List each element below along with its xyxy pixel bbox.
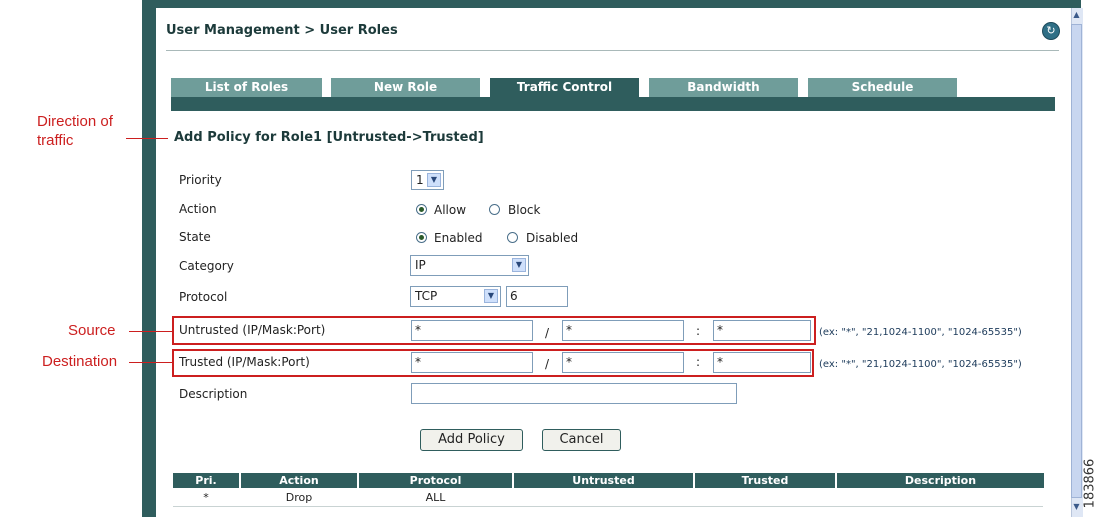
table-cell-priority: * [203, 491, 209, 504]
breadcrumb: User Management > User Roles [166, 23, 398, 38]
annotation-source: Source [68, 322, 116, 339]
untrusted-colon: : [696, 324, 701, 338]
cancel-button[interactable]: Cancel [542, 429, 621, 451]
chevron-down-icon: ▼ [484, 289, 498, 303]
trusted-colon: : [696, 355, 701, 369]
untrusted-slash: / [545, 326, 550, 340]
tab-strip [171, 97, 1055, 111]
tab-bandwidth[interactable]: Bandwidth [649, 78, 798, 97]
annotation-source-line [129, 331, 173, 332]
untrusted-ip-value: * [415, 323, 421, 337]
tab-list-of-roles[interactable]: List of Roles [171, 78, 322, 97]
protocol-value: TCP [415, 289, 438, 303]
annotation-direction-line [126, 138, 168, 139]
column-header-untrusted: Untrusted [514, 473, 693, 488]
annotation-destination-line [129, 362, 173, 363]
table-row-divider [173, 506, 1043, 507]
action-label: Action [179, 202, 217, 216]
priority-select[interactable]: 1 ▼ [411, 170, 444, 190]
protocol-number-input[interactable]: 6 [506, 286, 568, 307]
column-header-description: Description [837, 473, 1044, 488]
add-policy-button[interactable]: Add Policy [420, 429, 523, 451]
trusted-label: Trusted (IP/Mask:Port) [179, 355, 310, 369]
table-cell-action: Drop [285, 491, 313, 504]
state-label: State [179, 230, 211, 244]
trusted-ip-input[interactable]: * [411, 352, 533, 373]
trusted-port-input[interactable]: * [713, 352, 811, 373]
untrusted-port-hint: (ex: "*", "21,1024-1100", "1024-65535") [819, 327, 1022, 338]
trusted-slash: / [545, 357, 550, 371]
tab-traffic-control[interactable]: Traffic Control [490, 78, 639, 97]
protocol-select[interactable]: TCP ▼ [410, 286, 501, 307]
annotation-direction: Direction of traffic [37, 113, 113, 149]
chevron-down-icon: ▼ [512, 258, 526, 272]
trusted-mask-value: * [566, 355, 572, 369]
untrusted-mask-input[interactable]: * [562, 320, 684, 341]
action-block-label: Block [508, 203, 541, 217]
state-disabled-label: Disabled [526, 231, 579, 245]
category-select[interactable]: IP ▼ [410, 255, 529, 276]
scroll-up-arrow-icon[interactable]: ▲ [1071, 8, 1082, 22]
untrusted-mask-value: * [566, 323, 572, 337]
trusted-ip-value: * [415, 355, 421, 369]
column-header-protocol: Protocol [359, 473, 512, 488]
protocol-label: Protocol [179, 290, 228, 304]
annotation-destination: Destination [42, 353, 118, 370]
scrollbar-thumb[interactable] [1071, 24, 1082, 498]
priority-value: 1 [416, 173, 424, 187]
column-header-action: Action [241, 473, 357, 488]
form-title: Add Policy for Role1 [Untrusted->Trusted… [174, 130, 484, 145]
action-block-radio[interactable] [489, 204, 500, 215]
figure-number-text: 183866 [1082, 458, 1098, 509]
trusted-mask-input[interactable]: * [562, 352, 684, 373]
header-divider [166, 50, 1059, 51]
tab-new-role[interactable]: New Role [331, 78, 480, 97]
category-value: IP [415, 258, 426, 272]
trusted-port-hint: (ex: "*", "21,1024-1100", "1024-65535") [819, 359, 1022, 370]
action-allow-label: Allow [434, 203, 467, 217]
column-header-priority: Pri. [173, 473, 239, 488]
untrusted-port-value: * [717, 323, 723, 337]
description-input[interactable] [411, 383, 737, 404]
state-disabled-radio[interactable] [507, 232, 518, 243]
column-header-trusted: Trusted [695, 473, 835, 488]
table-cell-protocol: ALL [425, 491, 446, 504]
top-frame-bar [156, 0, 1081, 8]
untrusted-label: Untrusted (IP/Mask:Port) [179, 323, 326, 337]
trusted-port-value: * [717, 355, 723, 369]
state-enabled-label: Enabled [434, 231, 483, 245]
tab-schedule[interactable]: Schedule [808, 78, 957, 97]
untrusted-port-input[interactable]: * [713, 320, 811, 341]
chevron-down-icon: ▼ [427, 173, 441, 187]
untrusted-ip-input[interactable]: * [411, 320, 533, 341]
category-label: Category [179, 259, 234, 273]
state-enabled-radio[interactable] [416, 232, 427, 243]
action-allow-radio[interactable] [416, 204, 427, 215]
help-icon[interactable]: ↻ [1042, 22, 1060, 40]
figure-number: 183866 [1077, 458, 1099, 510]
protocol-number-value: 6 [510, 289, 518, 303]
priority-label: Priority [179, 173, 222, 187]
left-frame-bar [142, 0, 156, 517]
description-label: Description [179, 387, 248, 401]
